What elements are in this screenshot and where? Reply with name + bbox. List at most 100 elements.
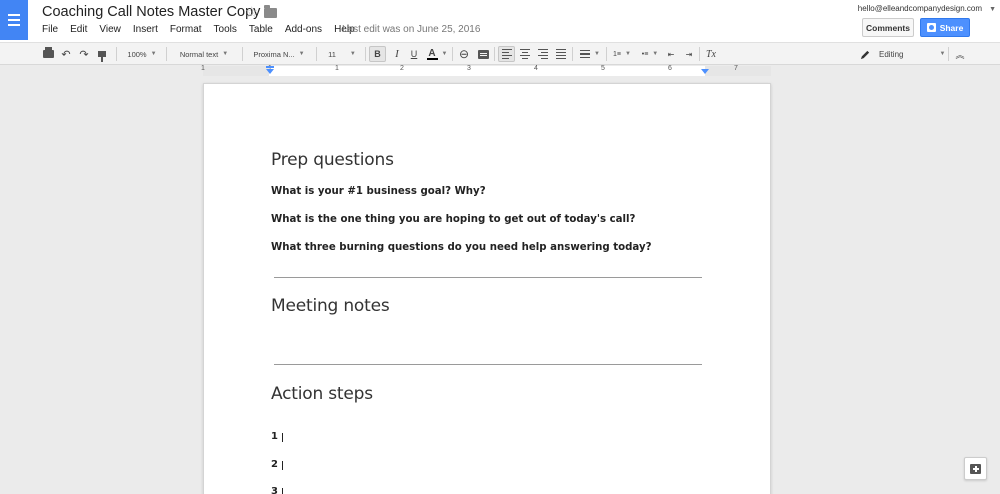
docs-app: Coaching Call Notes Master Copy ☆ File E… [0,0,1000,494]
justify-button[interactable] [554,46,568,62]
ruler-right-margin[interactable] [705,66,771,76]
menu-table[interactable]: Table [249,24,273,35]
toolbar-divider [242,47,243,61]
header: Coaching Call Notes Master Copy ☆ File E… [0,0,1000,42]
heading-prep-questions[interactable]: Prep questions [271,150,394,170]
doc-title[interactable]: Coaching Call Notes Master Copy [42,4,260,20]
chevron-down-icon: ▼ [625,51,631,57]
editing-mode-select[interactable]: Editing ▼ [860,46,946,62]
collapse-menus-button[interactable]: ︽ [953,46,967,62]
comments-button[interactable]: Comments [862,18,914,37]
menu-file[interactable]: File [42,24,58,35]
increase-indent-icon: ⇥ [685,49,693,59]
question-2[interactable]: What is the one thing you are hoping to … [271,214,635,225]
text-color-button[interactable]: A ▼ [424,46,450,62]
font-select[interactable]: Proxima N... ▼ [246,46,312,62]
paint-format-icon [98,51,106,62]
account-caret-icon[interactable]: ▼ [989,6,996,13]
bold-button[interactable]: B [369,46,386,62]
undo-icon: ↶ [61,48,71,61]
first-line-indent-handle[interactable] [266,66,274,68]
comment-button[interactable] [476,46,490,62]
toolbar-divider [494,47,495,61]
ruler-left-margin[interactable] [203,66,269,76]
text-color-icon: A [426,48,438,60]
toolbar: ↶ ↷ 100% ▼ Normal text ▼ Proxima N... ▼ 11 ▼… [0,42,1000,65]
chevron-down-icon: ▼ [298,51,305,57]
menu-addons[interactable]: Add-ons [285,24,322,35]
zoom-value: 100% [127,49,147,59]
print-button[interactable] [41,46,55,62]
toolbar-divider [316,47,317,61]
redo-icon: ↷ [79,48,89,61]
question-3[interactable]: What three burning questions do you need… [271,242,652,253]
align-right-button[interactable] [536,46,550,62]
action-step-number[interactable]: 3 [271,486,278,494]
folder-icon[interactable] [264,5,277,18]
star-icon[interactable]: ☆ [245,3,258,21]
align-right-icon [538,48,548,60]
chevron-down-icon: ▼ [939,51,946,57]
numbered-list-button[interactable]: 1≡ ▼ [609,46,635,62]
line-spacing-button[interactable]: ▼ [577,46,603,62]
bulleted-list-icon: •≡ [641,50,649,58]
action-step-number[interactable]: 1 [271,431,278,442]
question-1[interactable]: What is your #1 business goal? Why? [271,186,486,197]
link-button[interactable]: ⊖ [456,46,472,62]
text-cursor [282,433,283,442]
ruler-number: 5 [601,65,605,72]
share-lock-icon [926,23,936,32]
clear-formatting-button[interactable]: Tx [704,46,718,62]
share-button[interactable]: Share [920,18,970,37]
ruler-track [203,66,771,76]
decrease-indent-button[interactable]: ⇤ [664,46,678,62]
last-edit-link[interactable]: Last edit was on June 25, 2016 [342,24,480,35]
style-select[interactable]: Normal text ▼ [170,46,238,62]
action-step-number[interactable]: 2 [271,459,278,470]
menu-view[interactable]: View [99,24,121,35]
zoom-select[interactable]: 100% ▼ [122,46,162,62]
clear-formatting-icon: Tx [706,48,716,60]
menubar: File Edit View Insert Format Tools Table… [42,24,355,35]
comment-icon [477,49,489,59]
menu-insert[interactable]: Insert [133,24,158,35]
style-value: Normal text [179,49,219,59]
add-comment-button[interactable] [964,457,987,480]
account-email[interactable]: hello@elleandcompanydesign.com [858,4,982,13]
menu-tools[interactable]: Tools [214,24,237,35]
ruler-number: 6 [668,65,672,72]
ruler-number: 3 [467,65,471,72]
numbered-list-icon: 1≡ [613,50,622,58]
bulleted-list-button[interactable]: •≡ ▼ [637,46,663,62]
chevron-down-icon: ▼ [652,51,659,57]
italic-button[interactable]: I [390,46,404,62]
toolbar-divider [452,47,453,61]
document-page[interactable]: Prep questions What is your #1 business … [203,83,771,494]
justify-icon [556,48,566,60]
chevron-down-icon: ▼ [594,51,600,57]
heading-meeting-notes[interactable]: Meeting notes [271,296,390,316]
menu-edit[interactable]: Edit [70,24,87,35]
ruler-number: 1 [335,65,339,72]
menu-format[interactable]: Format [170,24,202,35]
undo-button[interactable]: ↶ [59,46,73,62]
add-comment-icon [970,463,981,474]
font-size-value: 11 [328,49,336,59]
align-center-icon [520,48,530,60]
left-indent-handle[interactable] [266,69,274,74]
right-indent-handle[interactable] [701,69,709,74]
docs-logo-icon[interactable] [0,0,28,40]
underline-button[interactable]: U [407,46,421,62]
align-left-button[interactable] [498,46,515,62]
align-center-button[interactable] [518,46,532,62]
redo-button[interactable]: ↷ [77,46,91,62]
heading-action-steps[interactable]: Action steps [271,384,373,404]
toolbar-divider [572,47,573,61]
increase-indent-button[interactable]: ⇥ [682,46,696,62]
horizontal-rule [274,364,702,365]
ruler-number: 4 [534,65,538,72]
pencil-icon [860,50,870,59]
paint-format-button[interactable] [95,46,109,62]
font-size-select[interactable]: 11 ▼ [322,46,362,62]
ruler-number: 1 [201,65,205,72]
